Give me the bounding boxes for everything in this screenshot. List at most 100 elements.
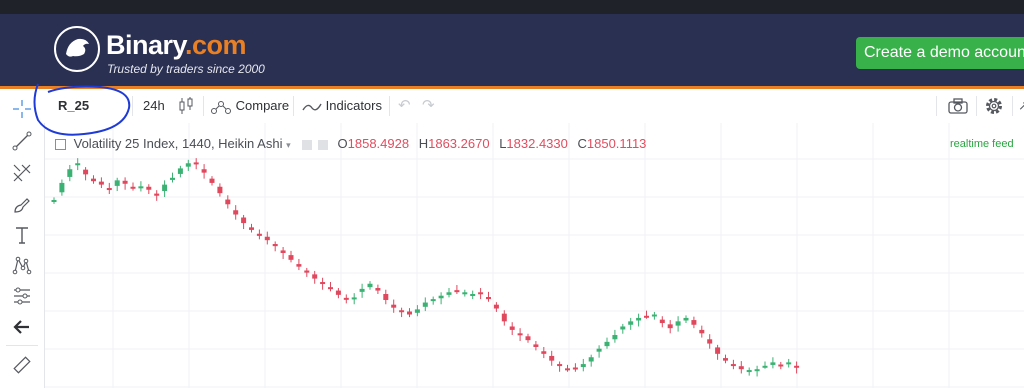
measure-icon[interactable] xyxy=(12,286,32,306)
candle xyxy=(470,290,476,300)
candle-body xyxy=(572,367,578,370)
candle-type-icon[interactable] xyxy=(178,89,198,123)
candle-body xyxy=(343,297,349,300)
candle xyxy=(75,158,81,171)
candle-body xyxy=(233,210,239,215)
candle-body xyxy=(644,315,649,318)
candle xyxy=(604,337,610,349)
brush-icon[interactable] xyxy=(12,195,32,215)
candle-body xyxy=(478,292,484,295)
create-demo-account-button[interactable]: Create a demo account xyxy=(856,37,1024,69)
candle-body xyxy=(106,188,112,191)
fib-icon[interactable] xyxy=(12,163,32,183)
candle-body xyxy=(146,186,152,190)
candle-body xyxy=(320,282,326,285)
candle-body xyxy=(75,163,81,166)
high-value: 1863.2670 xyxy=(428,136,490,151)
camera-icon[interactable] xyxy=(948,89,968,123)
candle xyxy=(438,292,444,305)
candle xyxy=(59,179,65,196)
candle-body xyxy=(588,357,594,362)
candle-body xyxy=(256,233,262,236)
candle-body xyxy=(794,365,800,368)
candle xyxy=(675,316,681,332)
candle-body xyxy=(454,290,460,293)
logo-wordmark[interactable]: Binary.com xyxy=(106,30,247,61)
candle-body xyxy=(770,362,776,365)
candle-body xyxy=(67,169,73,177)
candle xyxy=(683,315,689,324)
binary-logo-icon[interactable] xyxy=(54,26,100,72)
candle xyxy=(154,190,160,201)
gear-icon[interactable] xyxy=(984,89,1004,123)
text-icon[interactable] xyxy=(12,225,32,245)
candle xyxy=(351,293,357,305)
candle xyxy=(691,316,697,329)
candle-body xyxy=(407,311,412,315)
top-strip xyxy=(0,0,1024,14)
candle xyxy=(399,307,405,318)
candle xyxy=(185,159,191,171)
candle xyxy=(320,277,326,290)
pattern-icon[interactable] xyxy=(12,255,32,275)
toolbar-divider xyxy=(203,96,204,116)
undo-icon[interactable]: ↶ xyxy=(398,89,411,123)
compare-button[interactable]: Compare xyxy=(210,89,289,123)
candle-body xyxy=(446,292,452,295)
candle-body xyxy=(557,364,563,367)
candle xyxy=(493,302,499,312)
candle xyxy=(580,358,586,372)
ruler-icon[interactable] xyxy=(12,355,32,375)
candle xyxy=(596,345,602,358)
candle-body xyxy=(541,351,547,354)
candle-body xyxy=(414,309,420,313)
candle-body xyxy=(264,236,270,241)
candle-body xyxy=(83,169,89,175)
candle xyxy=(667,320,673,334)
open-value: 1858.4928 xyxy=(347,136,410,151)
price-chart[interactable] xyxy=(45,123,1024,388)
indicators-button[interactable]: Indicators xyxy=(302,89,382,123)
candle xyxy=(486,291,491,302)
high-label: H xyxy=(418,136,429,151)
candle-body xyxy=(430,299,436,302)
fullscreen-icon[interactable]: ↗ xyxy=(1018,89,1024,123)
candle-body xyxy=(162,184,168,192)
candlestick-plot[interactable] xyxy=(45,123,1024,388)
candle xyxy=(620,323,626,334)
candle-body xyxy=(699,329,705,334)
legend-settings-icon[interactable] xyxy=(302,139,313,150)
compare-icon xyxy=(211,100,231,114)
candle-body xyxy=(98,181,104,185)
candle xyxy=(304,267,310,277)
candle xyxy=(430,296,436,305)
redo-icon[interactable]: ↷ xyxy=(422,89,435,123)
indicators-label: Indicators xyxy=(325,98,382,113)
candle-body xyxy=(636,317,642,321)
candle-body xyxy=(138,186,144,189)
candle xyxy=(525,333,531,343)
back-arrow-icon[interactable] xyxy=(12,317,32,337)
candle xyxy=(122,177,128,190)
candle-body xyxy=(359,288,365,292)
candle-body xyxy=(501,313,507,322)
candle-body xyxy=(154,193,160,196)
candle xyxy=(162,180,168,198)
candle xyxy=(83,167,89,181)
candle-body xyxy=(762,365,768,368)
candle xyxy=(256,229,262,240)
candle xyxy=(91,175,96,184)
series-dropdown-icon[interactable]: ▾ xyxy=(286,140,291,150)
candle-body xyxy=(241,217,247,224)
interval-button[interactable]: 24h xyxy=(143,89,165,123)
candle xyxy=(628,317,634,330)
candle xyxy=(249,223,254,233)
candle xyxy=(762,361,768,369)
candle xyxy=(454,285,460,294)
legend-close-icon[interactable] xyxy=(317,139,328,150)
candle-body xyxy=(51,200,57,202)
candle-body xyxy=(335,290,341,295)
candle xyxy=(446,288,452,298)
candle-body xyxy=(596,348,602,352)
candle-body xyxy=(209,178,215,183)
